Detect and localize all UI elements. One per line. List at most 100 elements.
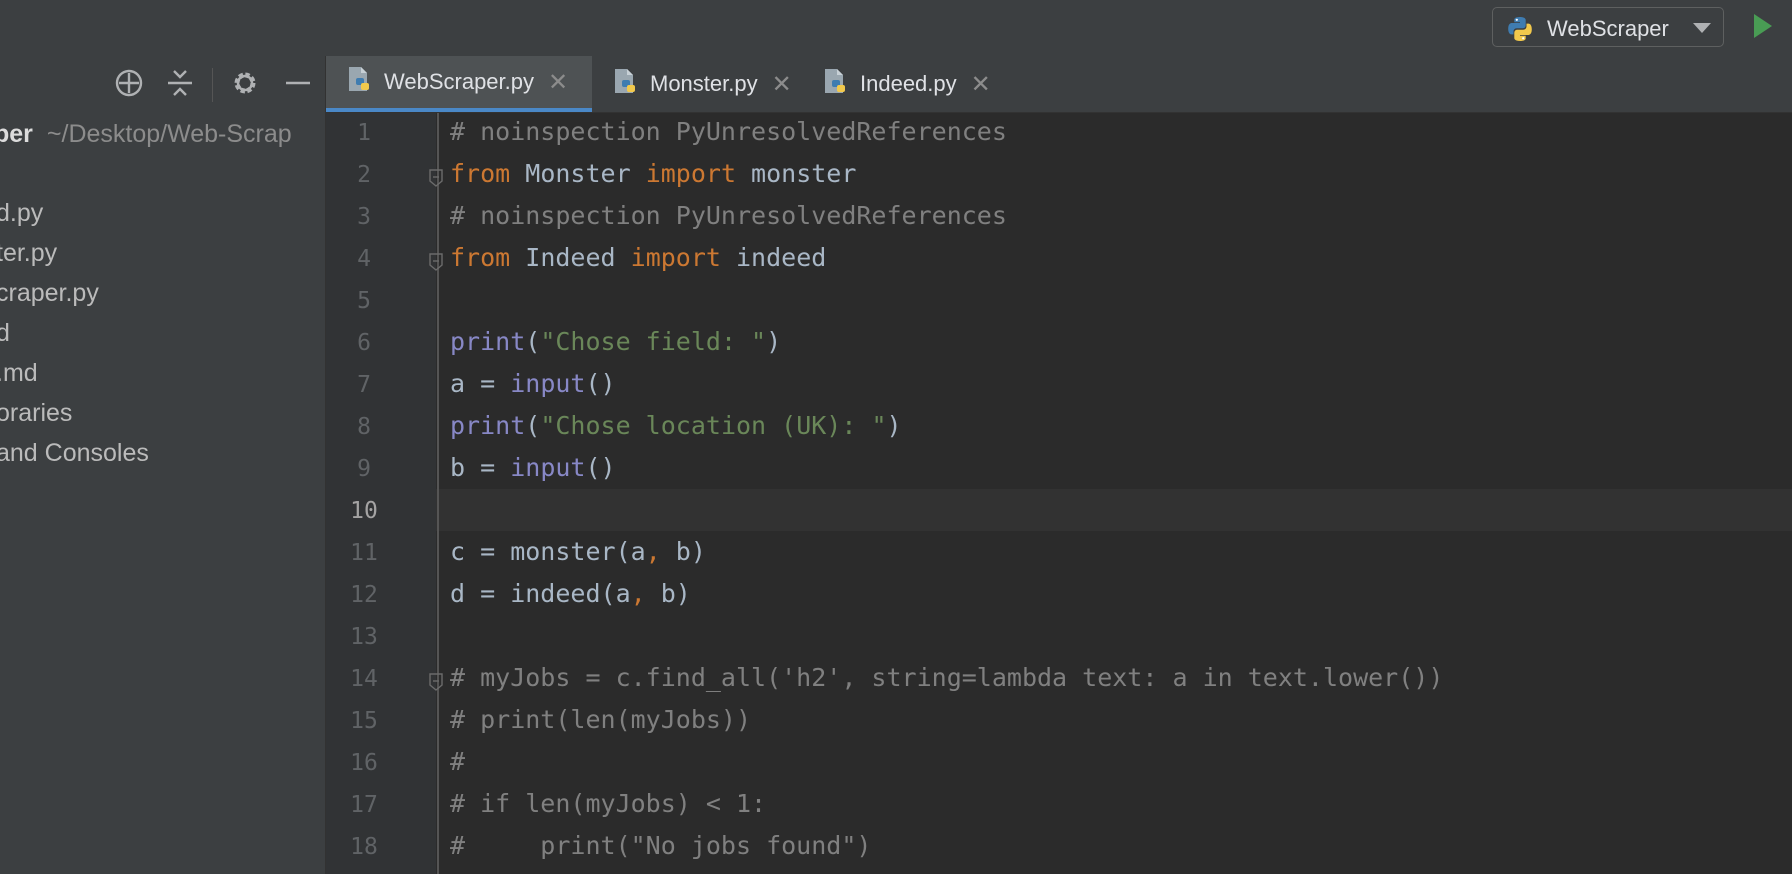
hide-icon[interactable] bbox=[284, 68, 312, 103]
tree-item[interactable]: d.py bbox=[0, 199, 43, 228]
line-number: 9 bbox=[357, 456, 371, 482]
code-token: ( bbox=[525, 411, 541, 440]
python-file-icon bbox=[346, 66, 374, 100]
line-number: 11 bbox=[350, 540, 378, 566]
code-line[interactable]: # bbox=[450, 747, 465, 776]
line-number: 1 bbox=[357, 120, 371, 146]
code-token: ( bbox=[525, 327, 541, 356]
code-token: d = indeed(a bbox=[450, 579, 631, 608]
gutter-separator bbox=[437, 113, 439, 874]
python-file-icon bbox=[822, 68, 850, 102]
run-configuration-selector[interactable]: WebScraper bbox=[1492, 7, 1724, 47]
tree-item[interactable]: oraries bbox=[0, 399, 72, 428]
python-file-icon bbox=[612, 68, 640, 102]
tree-item[interactable]: craper.py bbox=[0, 279, 99, 308]
code-token: indeed bbox=[720, 243, 827, 272]
code-token: b) bbox=[660, 537, 706, 566]
code-line[interactable]: # noinspection PyUnresolvedReferences bbox=[450, 117, 1007, 146]
line-number: 15 bbox=[350, 708, 378, 734]
tab-webscraper[interactable]: WebScraper.py ✕ bbox=[326, 56, 592, 112]
fold-marker-icon[interactable] bbox=[428, 253, 444, 276]
line-number: 12 bbox=[350, 582, 378, 608]
tab-label: Indeed.py bbox=[860, 71, 957, 96]
code-line[interactable]: print("Chose field: ") bbox=[450, 327, 781, 356]
line-number: 14 bbox=[350, 666, 378, 692]
code-line[interactable]: # print(len(myJobs)) bbox=[450, 705, 751, 734]
toolbar-divider bbox=[212, 68, 213, 102]
code-line[interactable]: # myJobs = c.find_all('h2', string=lambd… bbox=[450, 663, 1443, 692]
tab-label: Monster.py bbox=[650, 71, 758, 96]
tree-item[interactable]: and Consoles bbox=[0, 439, 149, 468]
line-number: 18 bbox=[350, 834, 378, 860]
tree-item[interactable]: .md bbox=[0, 359, 38, 388]
python-icon bbox=[1507, 16, 1533, 47]
project-root-path: ~/Desktop/Web-Scrap bbox=[46, 120, 292, 148]
code-token: # noinspection PyUnresolvedReferences bbox=[450, 117, 1007, 146]
tab-monster[interactable]: Monster.py ✕ bbox=[592, 56, 802, 112]
code-line[interactable]: c = monster(a, b) bbox=[450, 537, 706, 566]
line-number: 3 bbox=[357, 204, 371, 230]
line-number: 5 bbox=[357, 288, 371, 314]
code-token: print bbox=[450, 327, 526, 356]
project-root-name: per bbox=[0, 120, 33, 148]
code-token: # myJobs = c.find_all('h2', string=lambd… bbox=[450, 663, 1444, 692]
fold-marker-icon[interactable] bbox=[428, 169, 444, 192]
code-line[interactable]: # noinspection PyUnresolvedReferences bbox=[450, 201, 1007, 230]
close-icon[interactable]: ✕ bbox=[772, 70, 792, 99]
code-token: from bbox=[450, 243, 511, 272]
code-line[interactable]: b = input() bbox=[450, 453, 616, 482]
tab-label: WebScraper.py bbox=[384, 69, 535, 94]
code-token: input bbox=[510, 369, 586, 398]
project-root[interactable]: per ~/Desktop/Web-Scrap bbox=[0, 120, 292, 149]
code-token: # if len(myJobs) < 1: bbox=[450, 789, 767, 818]
line-number: 4 bbox=[357, 246, 371, 272]
code-line[interactable]: a = input() bbox=[450, 369, 616, 398]
code-token: b) bbox=[645, 579, 691, 608]
code-line[interactable]: d = indeed(a, b) bbox=[450, 579, 691, 608]
code-token: , bbox=[630, 579, 646, 608]
code-line[interactable]: # print("No jobs found") bbox=[450, 831, 871, 860]
run-icon[interactable] bbox=[1752, 12, 1774, 45]
line-number: 13 bbox=[350, 624, 378, 650]
code-token: # noinspection PyUnresolvedReferences bbox=[450, 201, 1007, 230]
line-number: 16 bbox=[350, 750, 378, 776]
locate-icon[interactable] bbox=[114, 68, 144, 103]
code-token: import bbox=[645, 159, 736, 188]
code-token: () bbox=[585, 453, 616, 482]
dropdown-arrow-icon[interactable] bbox=[1693, 23, 1711, 33]
code-token: ) bbox=[886, 411, 902, 440]
line-number: 17 bbox=[350, 792, 378, 818]
code-token: input bbox=[510, 453, 586, 482]
tree-item[interactable]: ter.py bbox=[0, 239, 57, 268]
close-icon[interactable]: ✕ bbox=[971, 70, 991, 99]
code-token: print bbox=[450, 411, 526, 440]
code-token: a = bbox=[450, 369, 511, 398]
collapse-all-icon[interactable] bbox=[165, 68, 195, 103]
code-token: from bbox=[450, 159, 511, 188]
line-number: 7 bbox=[357, 372, 371, 398]
code-line[interactable]: # if len(myJobs) < 1: bbox=[450, 789, 766, 818]
code-token: () bbox=[585, 369, 616, 398]
code-line[interactable]: from Indeed import indeed bbox=[450, 243, 826, 272]
tree-item[interactable]: d bbox=[0, 319, 10, 348]
code-editor[interactable]: 1 # noinspection PyUnresolvedReferences 2 f… bbox=[326, 113, 1792, 874]
code-token: ) bbox=[766, 327, 782, 356]
close-icon[interactable]: ✕ bbox=[548, 68, 568, 97]
main-toolbar: WebScraper bbox=[0, 0, 1792, 57]
code-token: c = monster(a bbox=[450, 537, 646, 566]
code-token: Indeed bbox=[510, 243, 631, 272]
fold-marker-icon[interactable] bbox=[428, 673, 444, 696]
code-line[interactable]: print("Chose location (UK): ") bbox=[450, 411, 902, 440]
tab-indeed[interactable]: Indeed.py ✕ bbox=[802, 56, 1002, 112]
gear-icon[interactable] bbox=[230, 68, 260, 103]
run-configuration-label: WebScraper bbox=[1547, 16, 1669, 41]
project-panel: per ~/Desktop/Web-Scrap d.py ter.py crape… bbox=[0, 56, 326, 874]
code-token: Monster bbox=[510, 159, 646, 188]
current-line-highlight bbox=[326, 489, 1792, 531]
project-panel-toolbar bbox=[0, 56, 325, 112]
line-number: 2 bbox=[357, 162, 371, 188]
line-number: 6 bbox=[357, 330, 371, 356]
code-token: # print("No jobs found") bbox=[450, 831, 872, 860]
code-token: b = bbox=[450, 453, 511, 482]
code-line[interactable]: from Monster import monster bbox=[450, 159, 856, 188]
